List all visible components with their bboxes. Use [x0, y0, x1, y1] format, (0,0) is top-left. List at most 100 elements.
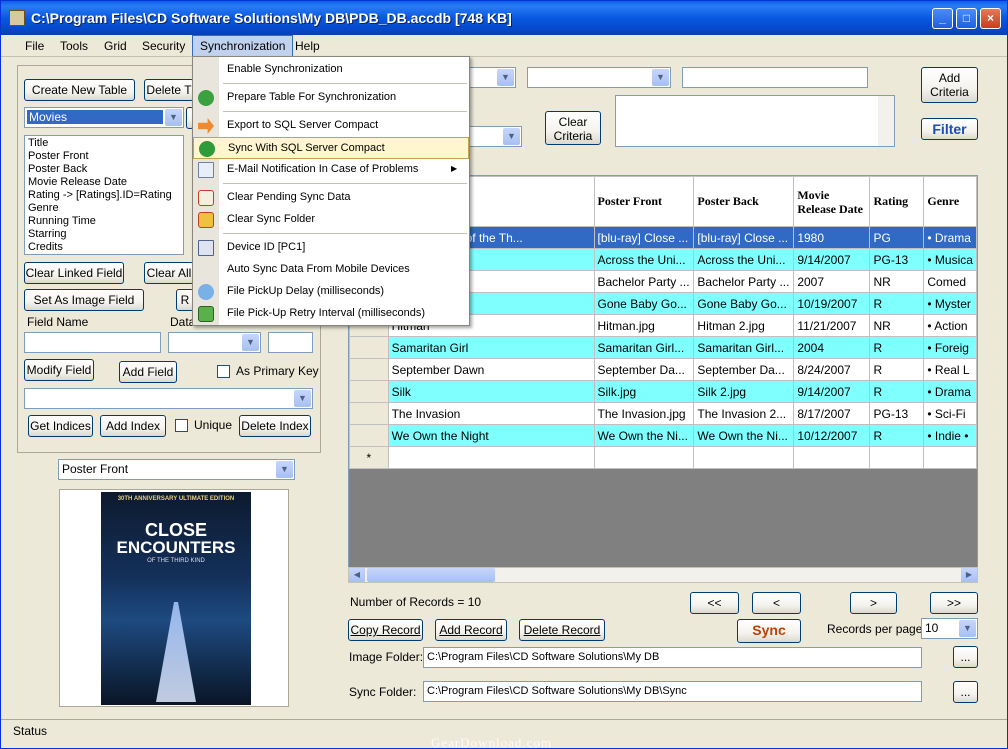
criteria-value-input[interactable]	[682, 67, 868, 88]
clear-linked-field-button[interactable]: Clear Linked Field	[24, 262, 124, 284]
list-item[interactable]: Movie Release Date	[28, 176, 180, 189]
column-header[interactable]: Movie Release Date	[793, 176, 871, 227]
grid-cell[interactable]: Bachelor Party ...	[693, 270, 795, 293]
grid-cell[interactable]: 2004	[793, 336, 871, 359]
sync-button[interactable]: Sync	[737, 619, 801, 643]
row-header[interactable]	[349, 424, 389, 447]
grid-cell[interactable]: PG-13	[869, 248, 925, 271]
image-field-select[interactable]: Poster Front ▼	[58, 459, 295, 480]
table-row[interactable]: The Invasion The Invasion.jpg The Invasion…	[349, 402, 977, 425]
grid-cell[interactable]: 11/21/2007	[793, 314, 871, 337]
records-per-page-select[interactable]: 10 ▼	[921, 618, 978, 639]
grid-cell[interactable]: 9/14/2007	[793, 380, 871, 403]
sync-folder-browse-button[interactable]: ...	[953, 681, 978, 703]
scroll-right-icon[interactable]: ▶	[961, 568, 977, 582]
grid-cell[interactable]: R	[869, 336, 925, 359]
grid-cell[interactable]: • Sci-Fi	[923, 402, 977, 425]
grid-cell[interactable]: The Invasion	[387, 402, 595, 425]
primary-key-checkbox[interactable]	[217, 365, 230, 378]
scroll-thumb[interactable]	[367, 568, 495, 582]
filter-button[interactable]: Filter	[921, 118, 978, 140]
grid-cell[interactable]: R	[869, 380, 925, 403]
grid-cell[interactable]: • Drama	[923, 380, 977, 403]
list-item[interactable]: Starring	[28, 228, 180, 241]
next-page-button[interactable]: >	[850, 592, 897, 614]
grid-cell[interactable]: R	[869, 424, 925, 447]
index-select[interactable]: ▼	[24, 388, 313, 409]
menu-item-clear-pending[interactable]: Clear Pending Sync Data	[193, 187, 469, 209]
grid-cell[interactable]: NR	[869, 270, 925, 293]
row-header[interactable]	[349, 380, 389, 403]
list-item[interactable]: Running Time	[28, 215, 180, 228]
grid-cell[interactable]: R	[869, 358, 925, 381]
grid-cell[interactable]: Samaritan Girl...	[693, 336, 795, 359]
menu-item-sync[interactable]: Sync With SQL Server Compact	[193, 137, 469, 159]
grid-cell[interactable]: The Invasion.jpg	[593, 402, 695, 425]
grid-cell[interactable]: 8/17/2007	[793, 402, 871, 425]
menu-synchronization[interactable]: Synchronization	[192, 35, 294, 57]
menu-item-prepare-table[interactable]: Prepare Table For Synchronization	[193, 87, 469, 109]
grid-cell[interactable]: • Myster	[923, 292, 977, 315]
list-item[interactable]: Poster Front	[28, 150, 180, 163]
grid-cell[interactable]: [blu-ray] Close ...	[693, 226, 795, 249]
list-item[interactable]: Poster Back	[28, 163, 180, 176]
grid-cell[interactable]: • Musica	[923, 248, 977, 271]
image-folder-input[interactable]: C:\Program Files\CD Software Solutions\M…	[423, 647, 922, 668]
menu-tools[interactable]: Tools	[53, 35, 95, 57]
table-row[interactable]: We Own the Night We Own the Ni... We Own t…	[349, 424, 977, 447]
scroll-left-icon[interactable]: ◀	[349, 568, 365, 582]
grid-cell[interactable]: Silk	[387, 380, 595, 403]
get-indices-button[interactable]: Get Indices	[28, 415, 93, 437]
modify-field-button[interactable]: Modify Field	[24, 359, 94, 381]
minimize-button[interactable]: _	[932, 8, 953, 29]
menu-item-email[interactable]: E-Mail Notification In Case of Problems …	[193, 159, 469, 181]
grid-cell[interactable]: PG-13	[869, 402, 925, 425]
grid-cell[interactable]: September Da...	[593, 358, 695, 381]
criteria-scrollbar[interactable]	[878, 96, 894, 146]
grid-cell[interactable]: • Indie •	[923, 424, 977, 447]
set-image-field-button[interactable]: Set As Image Field	[24, 289, 144, 311]
list-item[interactable]: Credits	[28, 241, 180, 254]
menu-item-auto-sync[interactable]: Auto Sync Data From Mobile Devices	[193, 259, 469, 281]
column-header[interactable]: Genre	[923, 176, 977, 227]
grid-cell[interactable]: • Foreig	[923, 336, 977, 359]
grid-cell[interactable]	[923, 446, 977, 469]
grid-cell[interactable]: 1980	[793, 226, 871, 249]
grid-cell[interactable]: Samaritan Girl	[387, 336, 595, 359]
criteria-textarea[interactable]	[615, 95, 895, 147]
grid-cell[interactable]	[869, 446, 925, 469]
list-item[interactable]: Title	[28, 137, 180, 150]
last-page-button[interactable]: >>	[930, 592, 978, 614]
field-size-input[interactable]	[268, 332, 313, 353]
menu-item-retry-interval[interactable]: File Pick-Up Retry Interval (millisecond…	[193, 303, 469, 325]
add-field-button[interactable]: Add Field	[119, 361, 177, 383]
delete-index-button[interactable]: Delete Index	[239, 415, 311, 437]
grid-cell[interactable]: NR	[869, 314, 925, 337]
grid-cell[interactable]	[387, 446, 595, 469]
grid-cell[interactable]: September Dawn	[387, 358, 595, 381]
column-header[interactable]: Poster Front	[593, 176, 695, 227]
grid-cell[interactable]: • Action	[923, 314, 977, 337]
grid-cell[interactable]: Across the Uni...	[593, 248, 695, 271]
table-row[interactable]: September Dawn September Da... September D…	[349, 358, 977, 381]
add-record-button[interactable]: Add Record	[435, 619, 507, 641]
sync-folder-input[interactable]: C:\Program Files\CD Software Solutions\M…	[423, 681, 922, 702]
add-criteria-button[interactable]: Add Criteria	[921, 67, 978, 103]
list-item[interactable]: Genre	[28, 202, 180, 215]
create-table-button[interactable]: Create New Table	[24, 79, 135, 101]
criteria-operator-select[interactable]: ▼	[527, 67, 671, 88]
table-row-new[interactable]: *	[349, 446, 977, 469]
clear-criteria-button[interactable]: Clear Criteria	[545, 111, 601, 145]
grid-cell[interactable]: • Real L	[923, 358, 977, 381]
copy-record-button[interactable]: Copy Record	[348, 619, 423, 641]
table-row[interactable]: Samaritan Girl Samaritan Girl... Samaritan…	[349, 336, 977, 359]
first-page-button[interactable]: <<	[690, 592, 739, 614]
grid-cell[interactable]: R	[869, 292, 925, 315]
grid-cell[interactable]: Across the Uni...	[693, 248, 795, 271]
grid-cell[interactable]	[693, 446, 795, 469]
clear-all-button[interactable]: Clear All	[144, 262, 194, 284]
horizontal-scrollbar[interactable]: ◀ ▶	[348, 567, 978, 583]
field-name-input[interactable]	[24, 332, 161, 353]
list-item[interactable]: Rating -> [Ratings].ID=Rating	[28, 189, 180, 202]
grid-cell[interactable]: Hitman.jpg	[593, 314, 695, 337]
